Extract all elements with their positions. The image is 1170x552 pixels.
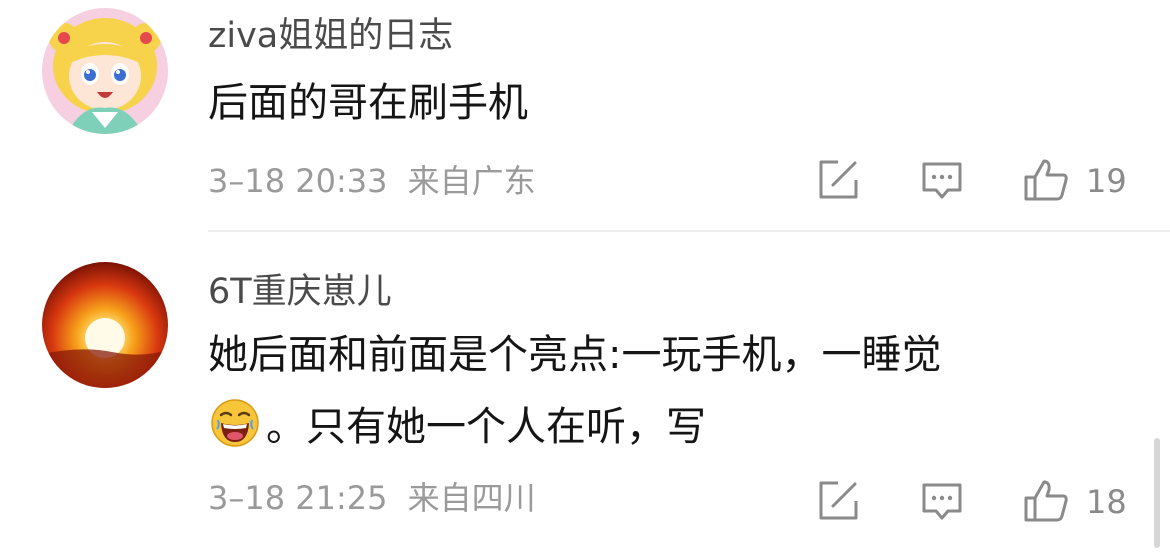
share-button[interactable] (816, 479, 860, 523)
edit-share-icon (819, 160, 858, 199)
avatar[interactable] (42, 8, 168, 134)
like-button[interactable] (1022, 479, 1068, 523)
username[interactable]: ziva姐姐的日志 (208, 16, 453, 56)
thumbs-up-icon (1024, 480, 1068, 522)
laughing-emoji-icon (210, 398, 260, 448)
comment-meta: 3–18 20:33 来自广东 (208, 163, 536, 199)
comment-text: 后面的哥在刷手机 (208, 80, 528, 126)
comment-date: 3–18 21:25 (208, 479, 388, 517)
reply-button[interactable] (920, 479, 964, 523)
comment-item: ziva姐姐的日志 后面的哥在刷手机 3–18 20:33 来自广东 19 (0, 0, 1170, 232)
comment-meta: 3–18 21:25 来自四川 (208, 480, 536, 516)
cartoon-girl-avatar-icon (42, 8, 168, 134)
avatar[interactable] (42, 262, 168, 388)
comment-bubble-icon (922, 162, 962, 199)
scrollbar[interactable] (1154, 438, 1160, 548)
reply-button[interactable] (920, 158, 964, 202)
comment-text-line-2: 。只有她一个人在听，写 (210, 398, 706, 450)
edit-share-icon (819, 481, 858, 520)
comment-text-line-1: 她后面和前面是个亮点:一玩手机，一睡觉 (208, 332, 942, 378)
comment-bubble-icon (922, 483, 962, 520)
sunset-avatar-icon (42, 262, 168, 388)
comment-location: 来自四川 (407, 479, 536, 517)
comment-text: 。只有她一个人在听，写 (266, 404, 706, 450)
like-button[interactable] (1022, 158, 1068, 202)
like-count: 18 (1086, 483, 1127, 521)
comment-location: 来自广东 (407, 162, 536, 200)
comment-item: 6T重庆崽儿 她后面和前面是个亮点:一玩手机，一睡觉 。只有她一个人在听，写 3… (0, 232, 1170, 552)
username[interactable]: 6T重庆崽儿 (208, 272, 392, 312)
share-button[interactable] (816, 158, 860, 202)
thumbs-up-icon (1024, 159, 1068, 201)
like-count: 19 (1086, 162, 1127, 200)
comment-date: 3–18 20:33 (208, 162, 388, 200)
